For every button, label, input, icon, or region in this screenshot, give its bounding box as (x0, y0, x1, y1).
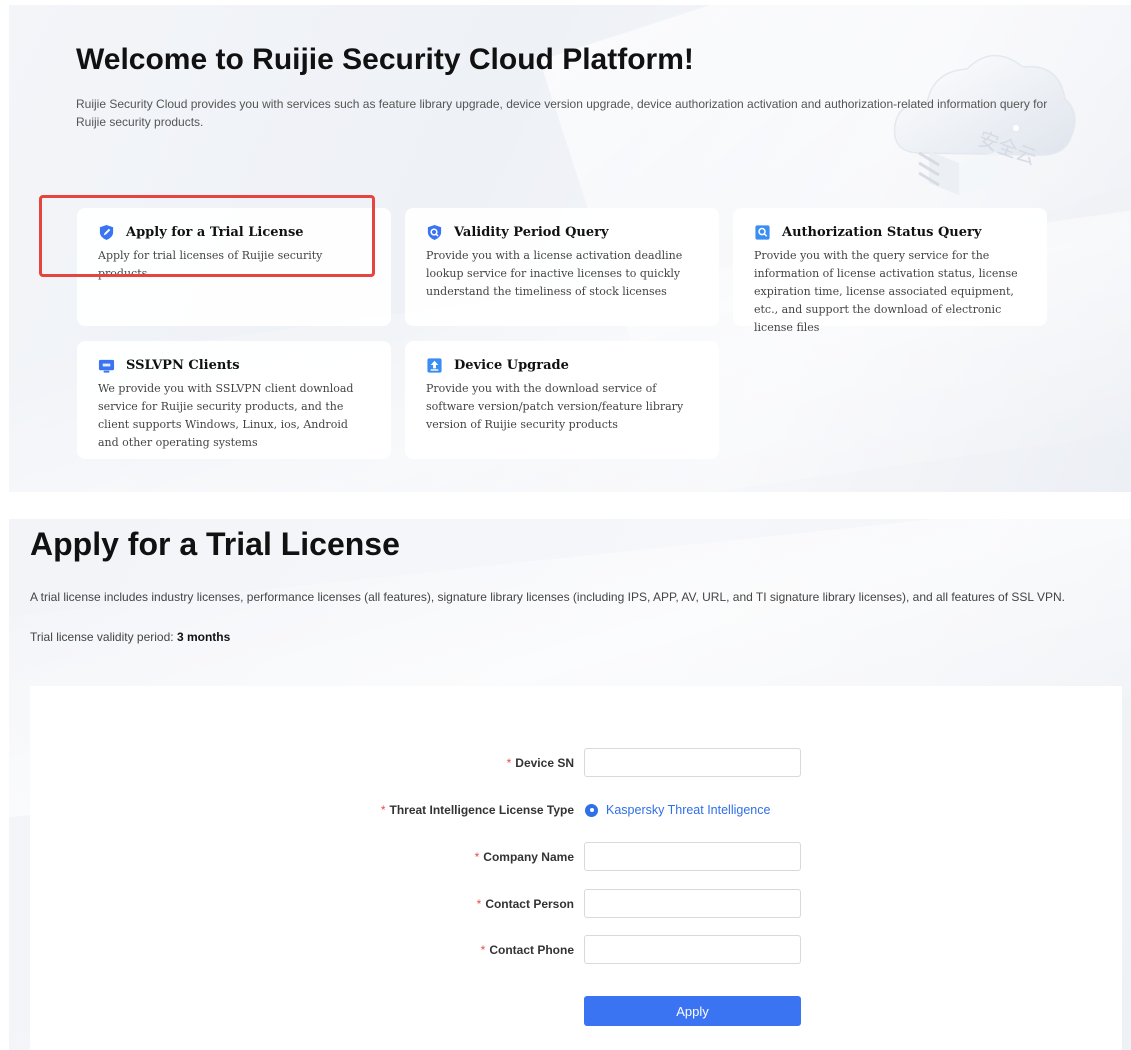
page-title: Apply for a Trial License (30, 526, 400, 562)
trial-license-section: Apply for a Trial License A trial licens… (9, 519, 1131, 1050)
form-row-contact-person: * Contact Person (30, 889, 1122, 919)
required-mark: * (380, 803, 386, 817)
document-search-icon (755, 224, 770, 240)
card-title: Validity Period Query (454, 224, 609, 240)
upgrade-arrow-icon (427, 357, 442, 373)
company-name-label: * Company Name (475, 842, 574, 872)
contact-phone-input[interactable] (584, 935, 801, 964)
shield-search-icon (427, 224, 442, 240)
selected-card-highlight (39, 195, 375, 277)
card-validity-period-query[interactable]: Validity Period Query Provide you with a… (405, 208, 719, 326)
company-name-label-text: Company Name (483, 850, 574, 864)
card-title: Authorization Status Query (782, 224, 982, 240)
contact-phone-label-text: Contact Phone (489, 943, 574, 957)
company-name-input[interactable] (584, 842, 801, 871)
card-authorization-status-query[interactable]: Authorization Status Query Provide you w… (733, 208, 1047, 334)
trial-validity: Trial license validity period: 3 months (30, 630, 230, 644)
welcome-description: Ruijie Security Cloud provides you with … (76, 97, 1048, 129)
card-sslvpn-clients[interactable]: SSLVPN Clients We provide you with SSLVP… (77, 341, 391, 459)
form-row-ti-license-type: * Threat Intelligence License Type Kasper… (30, 795, 1122, 825)
contact-person-label-text: Contact Person (485, 897, 574, 911)
card-title-row: Validity Period Query (426, 222, 699, 242)
ti-license-type-label: * Threat Intelligence License Type (381, 795, 574, 825)
required-mark: * (480, 943, 486, 957)
device-sn-input[interactable] (584, 748, 801, 777)
radio-selected-icon[interactable] (585, 803, 598, 817)
form-row-contact-phone: * Contact Phone (30, 935, 1122, 965)
card-title-row: Authorization Status Query (754, 222, 1027, 242)
kaspersky-radio-option[interactable]: Kaspersky Threat Intelligence (585, 795, 770, 825)
required-mark: * (474, 850, 480, 864)
card-title: Device Upgrade (454, 357, 569, 373)
trial-application-form: * Device SN * Threat Intelligence License … (30, 686, 1122, 1050)
contact-person-input[interactable] (584, 889, 801, 918)
trial-description: A trial license includes industry licens… (30, 590, 1065, 604)
required-mark: * (506, 756, 512, 770)
device-sn-label: * Device SN (507, 748, 574, 778)
validity-value: 3 months (176, 630, 231, 644)
form-row-device-sn: * Device SN (30, 748, 1122, 778)
welcome-title: Welcome to Ruijie Security Cloud Platfor… (76, 43, 694, 76)
card-description: We provide you with SSLVPN client downlo… (98, 382, 354, 449)
ssl-monitor-icon (98, 359, 115, 373)
card-device-upgrade[interactable]: Device Upgrade Provide you with the down… (405, 341, 719, 459)
device-sn-label-text: Device SN (515, 756, 574, 770)
card-description: Provide you with the download service of… (426, 382, 684, 431)
card-title: SSLVPN Clients (126, 357, 240, 373)
form-row-company-name: * Company Name (30, 842, 1122, 872)
required-mark: * (476, 897, 482, 911)
ti-license-type-label-text: Threat Intelligence License Type (389, 803, 575, 817)
card-title-row: Device Upgrade (426, 355, 699, 375)
apply-button[interactable]: Apply (584, 996, 801, 1026)
card-title-row: SSLVPN Clients (98, 355, 371, 375)
radio-option-label[interactable]: Kaspersky Threat Intelligence (606, 803, 770, 817)
card-description: Provide you with the query service for t… (754, 249, 1018, 334)
card-description: Provide you with a license activation de… (426, 249, 683, 298)
contact-phone-label: * Contact Phone (481, 935, 574, 965)
validity-label: Trial license validity period: (30, 630, 177, 644)
contact-person-label: * Contact Person (477, 889, 574, 919)
